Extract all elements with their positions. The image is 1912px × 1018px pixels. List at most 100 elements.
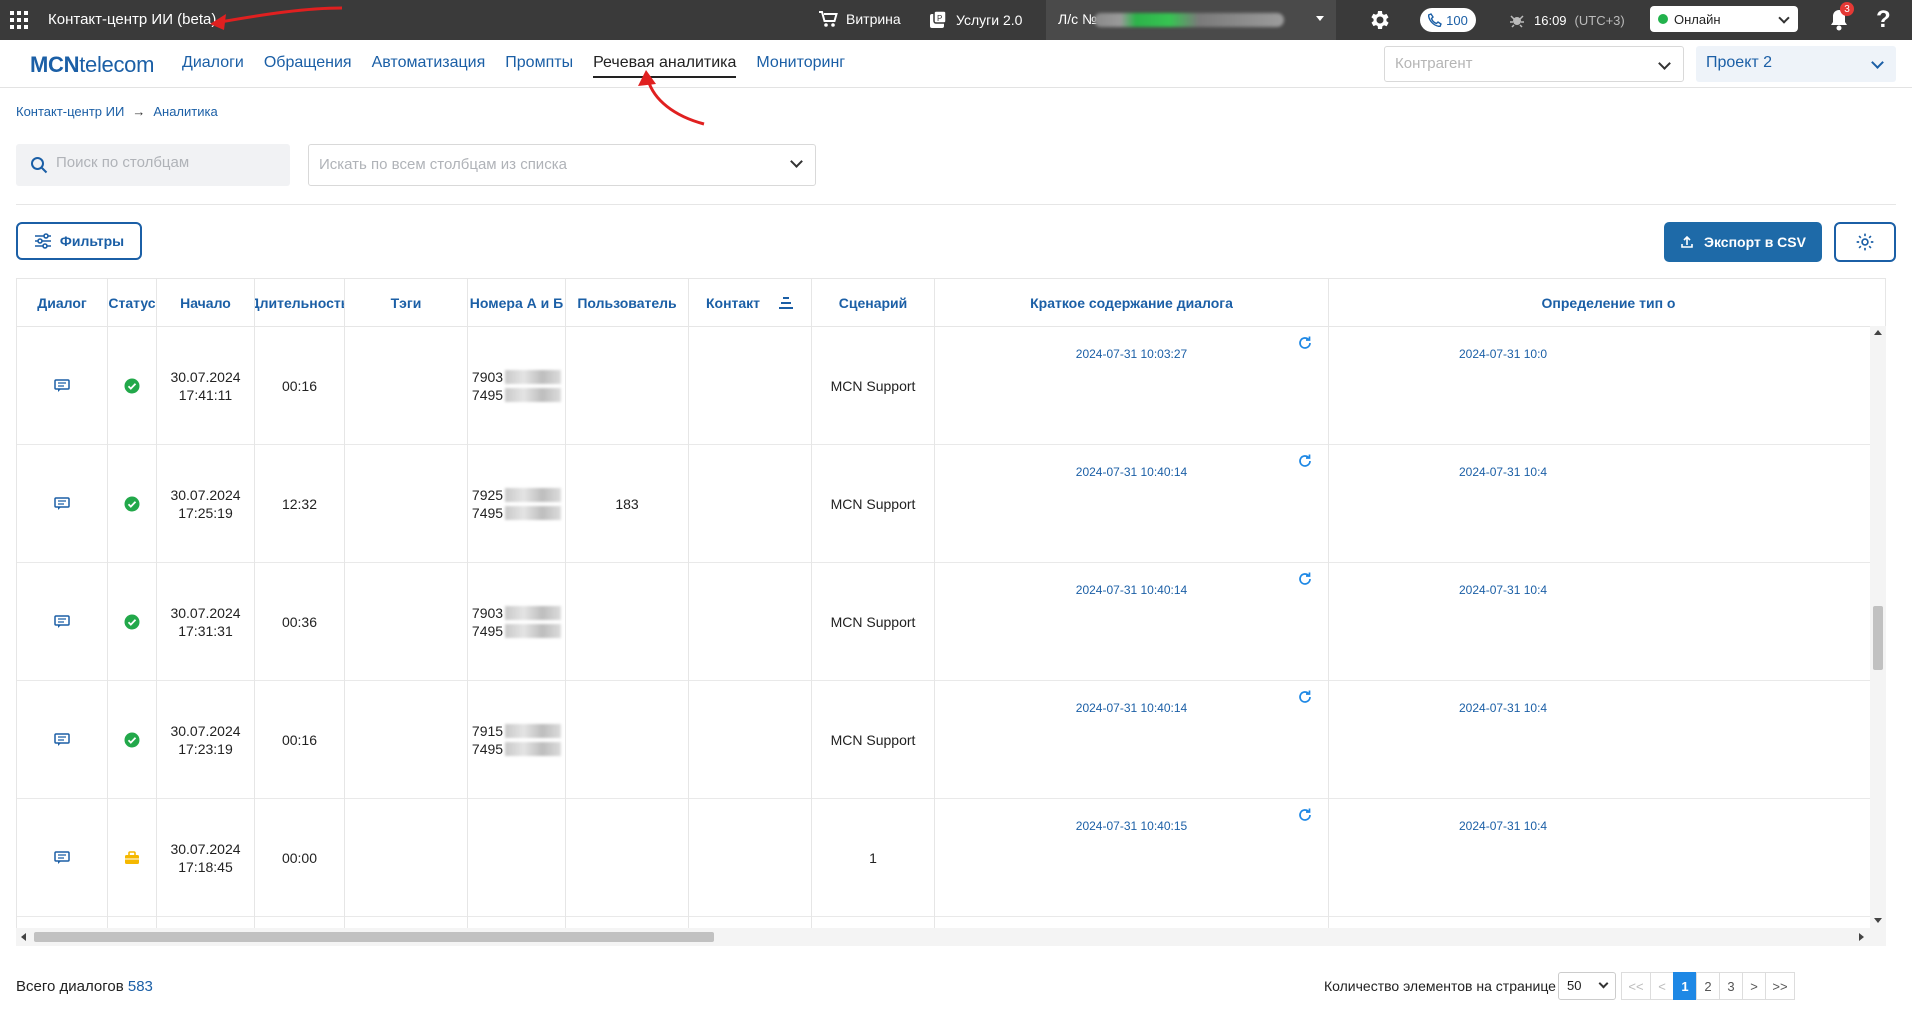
cell-dialog[interactable]	[17, 681, 108, 799]
column-header[interactable]: Контакт	[689, 279, 812, 327]
cell-dialog[interactable]	[17, 799, 108, 917]
scroll-left-icon[interactable]	[21, 933, 26, 941]
notifications-button[interactable]: 3	[1828, 2, 1854, 35]
refresh-icon[interactable]	[1297, 689, 1313, 709]
scroll-up-icon[interactable]	[1874, 330, 1882, 335]
column-header[interactable]: Сценарий	[812, 279, 935, 327]
cell-dialog[interactable]	[17, 327, 108, 445]
redacted-digits	[505, 724, 562, 738]
status-select[interactable]: Онлайн	[1650, 6, 1798, 32]
nav-tab[interactable]: Мониторинг	[756, 54, 845, 78]
dialog-icon[interactable]	[54, 851, 70, 865]
total-dialogs: Всего диалогов 583	[16, 978, 153, 995]
services-link[interactable]: P Услуги 2.0	[928, 10, 1022, 30]
nav-tab[interactable]: Диалоги	[182, 54, 244, 78]
breadcrumb-item[interactable]: Аналитика	[153, 104, 217, 119]
table-settings-button[interactable]	[1834, 222, 1896, 262]
cell-summary[interactable]: 2024-07-31 10:40:14	[935, 681, 1329, 799]
contragent-select[interactable]: Контрагент	[1384, 46, 1684, 82]
all-columns-select[interactable]: Искать по всем столбцам из списка	[308, 144, 816, 186]
refresh-icon[interactable]	[1297, 807, 1313, 827]
cell-type[interactable]: 2024-07-31 10:4	[1329, 563, 1885, 681]
last-page-button[interactable]: >>	[1765, 972, 1795, 1000]
column-header[interactable]: Статус	[108, 279, 157, 327]
cell-dialog[interactable]	[17, 445, 108, 563]
nav-tab[interactable]: Автоматизация	[372, 54, 486, 78]
calls-counter[interactable]: 100	[1420, 8, 1476, 32]
vitrina-link[interactable]: Витрина	[818, 10, 901, 28]
cell-type[interactable]: 2024-07-31 10:0	[1329, 327, 1885, 445]
cell-dialog[interactable]	[17, 563, 108, 681]
refresh-icon[interactable]	[1297, 335, 1313, 355]
type-timestamp: 2024-07-31 10:0	[1459, 347, 1548, 361]
export-csv-button[interactable]: Экспорт в CSV	[1664, 222, 1822, 262]
column-header[interactable]: Номера А и Б	[468, 279, 566, 327]
cell-numbers: 7903 7495	[468, 563, 566, 681]
page-button[interactable]: 3	[1719, 972, 1743, 1000]
account-selector[interactable]: Л/с №	[1046, 0, 1336, 40]
cell-tags	[345, 327, 468, 445]
dialog-icon[interactable]	[54, 379, 70, 393]
table-row[interactable]: 30.07.2024 17:23:19 00:16 7915 7495 MCN Suppo…	[17, 681, 1871, 799]
horizontal-scrollbar[interactable]	[16, 928, 1886, 946]
prev-page-button[interactable]: <	[1650, 972, 1674, 1000]
start-date: 30.07.2024	[170, 369, 241, 385]
breadcrumb-item[interactable]: Контакт-центр ИИ	[16, 104, 124, 119]
cell-summary[interactable]: 2024-07-31 10:40:15	[935, 799, 1329, 917]
cell-user	[566, 563, 689, 681]
scroll-thumb[interactable]	[34, 932, 714, 942]
search-input[interactable]	[56, 154, 276, 171]
cell-type[interactable]: 2024-07-31 10:4	[1329, 799, 1885, 917]
project-select[interactable]: Проект 2	[1696, 46, 1896, 82]
vertical-scrollbar[interactable]	[1870, 326, 1886, 928]
refresh-icon[interactable]	[1297, 571, 1313, 591]
column-header[interactable]: Тэги	[345, 279, 468, 327]
cell-summary[interactable]: 2024-07-31 10:40:14	[935, 563, 1329, 681]
column-header[interactable]: Краткое содержание диалога	[935, 279, 1329, 327]
column-header[interactable]: Длительность	[255, 279, 345, 327]
column-header[interactable]: Диалог	[17, 279, 108, 327]
scroll-down-icon[interactable]	[1874, 918, 1882, 923]
cell-type[interactable]: 2024-07-31 10:4	[1329, 445, 1885, 563]
cell-summary[interactable]: 2024-07-31 10:03:27	[935, 327, 1329, 445]
cell-user	[566, 681, 689, 799]
project-value: Проект 2	[1706, 54, 1773, 71]
cell-contact	[689, 327, 812, 445]
first-page-button[interactable]: <<	[1621, 972, 1651, 1000]
table-row[interactable]: 30.07.2024 17:31:31 00:36 7903 7495 MCN Suppo…	[17, 563, 1871, 681]
nav-tab[interactable]: Промпты	[505, 54, 573, 78]
logo[interactable]: MCNtelecom	[30, 52, 154, 78]
dialog-icon[interactable]	[54, 733, 70, 747]
cell-start: 30.07.2024 17:25:19	[157, 445, 255, 563]
table-row[interactable]: 30.07.2024 17:25:19 12:32 7925 7495 183 MCN Su…	[17, 445, 1871, 563]
cell-scenario: MCN Support	[812, 563, 935, 681]
help-button[interactable]: ?	[1876, 6, 1891, 34]
column-header[interactable]: Начало	[157, 279, 255, 327]
refresh-icon[interactable]	[1297, 453, 1313, 473]
column-header[interactable]: Определение тип о	[1329, 279, 1885, 327]
per-page-select[interactable]: 50	[1558, 972, 1616, 1000]
filters-button[interactable]: Фильтры	[16, 222, 142, 260]
type-timestamp: 2024-07-31 10:4	[1459, 465, 1548, 479]
cell-scenario: MCN Support	[812, 445, 935, 563]
apps-grid-icon[interactable]	[10, 11, 28, 29]
scroll-thumb[interactable]	[1873, 606, 1883, 670]
cell-summary[interactable]: 2024-07-31 10:40:14	[935, 445, 1329, 563]
start-time: 17:23:19	[178, 741, 233, 757]
redacted-digits	[505, 624, 562, 638]
page-button[interactable]: 2	[1696, 972, 1720, 1000]
table-row[interactable]: 30.07.2024 17:18:45 00:00 1 2024-07-31 10:40…	[17, 799, 1871, 917]
nav-tab[interactable]: Обращения	[264, 54, 352, 78]
gear-icon[interactable]	[1368, 8, 1392, 32]
scroll-right-icon[interactable]	[1859, 933, 1864, 941]
table-row[interactable]: 30.07.2024 17:41:11 00:16 7903 7495 MCN Suppo…	[17, 327, 1871, 445]
column-header[interactable]: Пользователь	[566, 279, 689, 327]
cell-type[interactable]: 2024-07-31 10:4	[1329, 681, 1885, 799]
redacted-digits	[505, 606, 562, 620]
next-page-button[interactable]: >	[1742, 972, 1766, 1000]
page-button[interactable]: 1	[1673, 972, 1697, 1000]
dialog-icon[interactable]	[54, 615, 70, 629]
dialog-icon[interactable]	[54, 497, 70, 511]
gear-icon	[1856, 233, 1874, 251]
sort-icon[interactable]	[778, 296, 794, 310]
